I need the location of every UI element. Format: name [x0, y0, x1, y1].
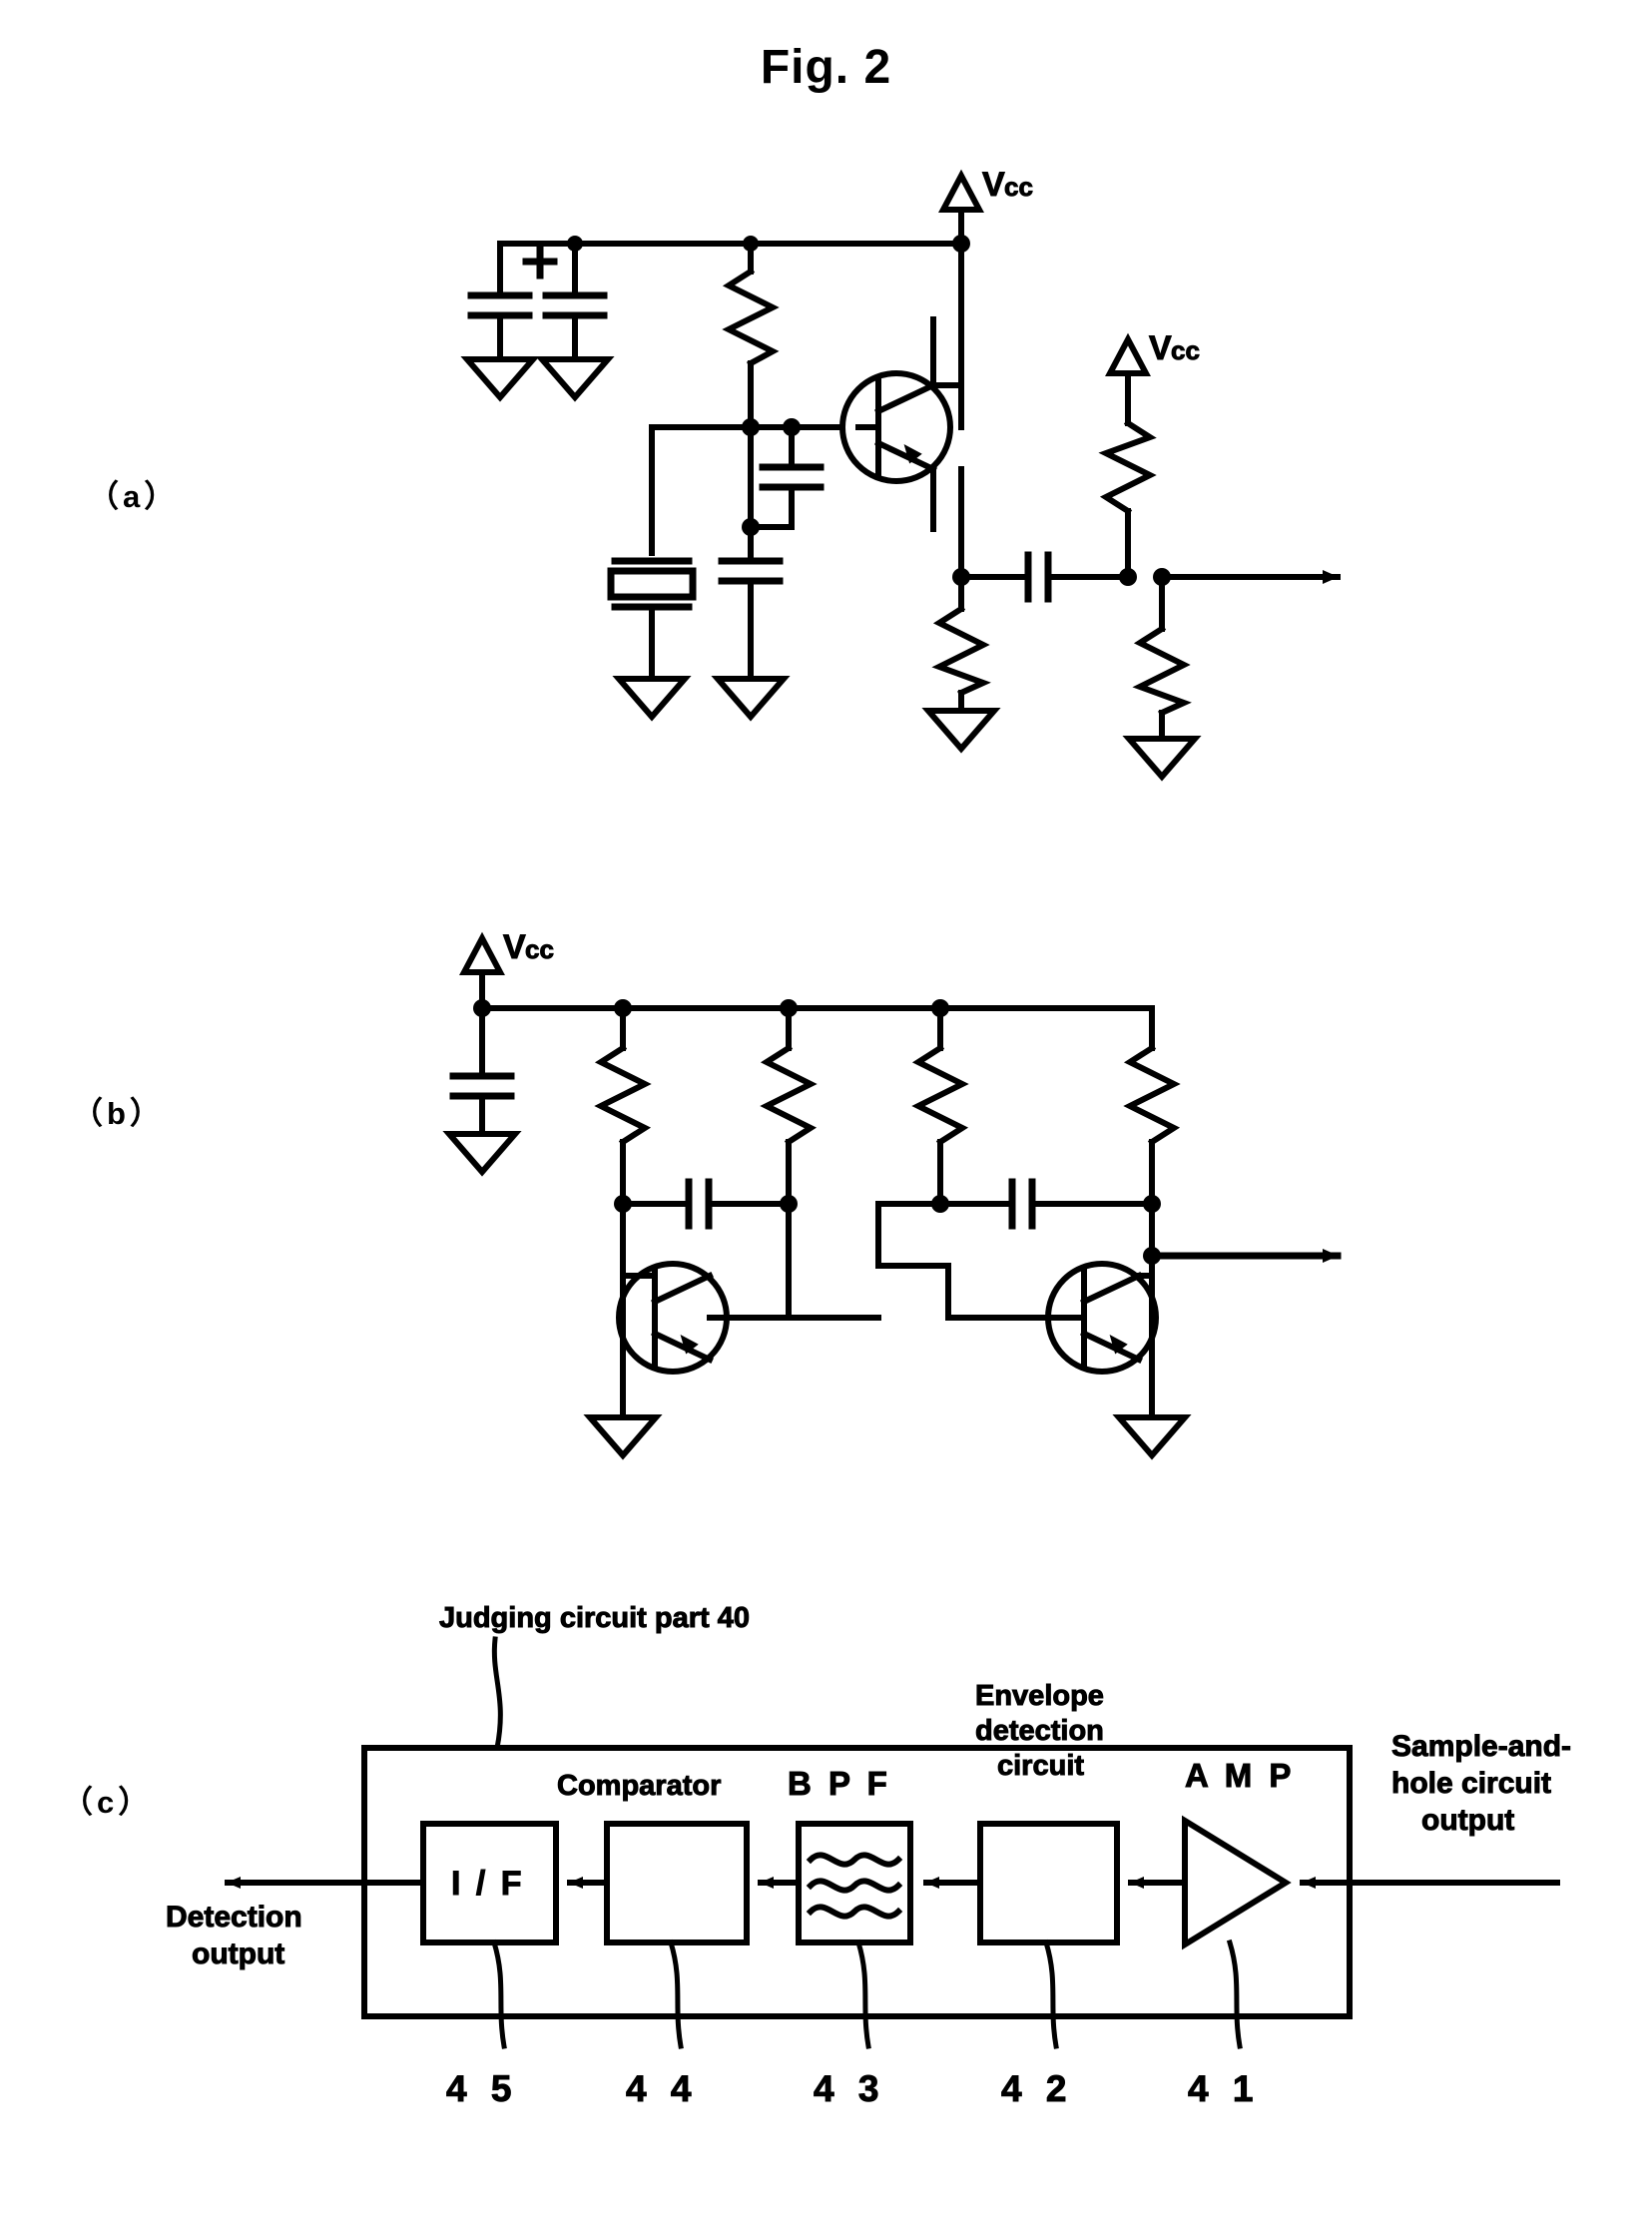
- resistor-a2: [921, 568, 1001, 754]
- ground-symbol: [921, 708, 1001, 754]
- block-envelope-caption-line3: circuit: [997, 1750, 1084, 1782]
- vcc-supply-symbol-b1: V cc: [459, 928, 554, 1011]
- block-comparator: [604, 1821, 750, 1945]
- output-label-line1: Detection: [166, 1901, 302, 1934]
- block-comparator-caption: Comparator: [557, 1770, 721, 1802]
- resistor-a1: [722, 241, 780, 430]
- capacitor-a5: [1024, 551, 1131, 603]
- panel-a-schematic: V cc V cc: [460, 166, 1341, 782]
- ground-symbol: [612, 676, 692, 722]
- block-envelope-detection: [977, 1821, 1120, 1945]
- vcc-label-b1-cc: cc: [525, 934, 554, 964]
- capacitor-b1: [442, 1005, 522, 1177]
- vcc-supply-symbol-a1: V cc: [938, 166, 1033, 247]
- judging-circuit-label: Judging circuit part 40: [439, 1602, 750, 1634]
- reference-number-42: 4 2: [1001, 2068, 1073, 2109]
- reference-leader-lines: [490, 1938, 1243, 2049]
- reference-number-43: 4 3: [814, 2068, 885, 2109]
- resistor-b3: [911, 1005, 969, 1207]
- capacitor-a3: [759, 424, 825, 530]
- reference-number-44: 4 4: [626, 2068, 698, 2109]
- figure-drawing: V cc V cc V cc Judging circuit part 40 I…: [166, 166, 1572, 2110]
- capacitor-polarized-a: [460, 241, 558, 402]
- ground-symbol: [442, 1131, 522, 1177]
- transistor-a1: [839, 316, 953, 532]
- block-envelope-caption-line2: detection: [975, 1715, 1104, 1747]
- vcc-label-a2-v: V: [1149, 329, 1172, 367]
- resistor-b1: [594, 1005, 652, 1207]
- ground-symbol: [583, 1414, 663, 1460]
- vcc-label-b1-v: V: [503, 928, 526, 966]
- resistor-b4: [1123, 1005, 1181, 1207]
- transistor-b2: [945, 1201, 1192, 1460]
- ground-symbol: [711, 676, 791, 722]
- resistor-b2: [760, 1005, 818, 1207]
- reference-number-41: 4 1: [1188, 2068, 1260, 2109]
- ground-symbol: [460, 356, 540, 402]
- capacitor-b3: [937, 1178, 1155, 1230]
- input-label-line1: Sample-and-: [1391, 1730, 1571, 1763]
- vcc-supply-symbol-a2: V cc: [1098, 329, 1200, 580]
- cross-coupling-wires-b: [786, 1201, 951, 1321]
- ground-symbol: [1112, 1414, 1192, 1460]
- block-envelope-caption-line1: Envelope: [975, 1680, 1104, 1712]
- ground-symbol: [1122, 736, 1202, 782]
- block-amp-caption: A M P: [1185, 1757, 1295, 1794]
- capacitor-b2: [620, 1178, 792, 1230]
- capacitor-a2: [535, 241, 615, 402]
- crystal-resonator-a: [607, 424, 697, 722]
- block-bpf-caption: B P F: [788, 1765, 891, 1802]
- input-label-line2: hole circuit: [1391, 1767, 1551, 1800]
- panel-b-schematic: V cc: [442, 928, 1342, 1460]
- resistor-a4: [1122, 574, 1202, 782]
- vcc-label-a1-cc: cc: [1004, 172, 1033, 202]
- output-label-line2: output: [192, 1938, 284, 1970]
- reference-number-45: 4 5: [446, 2068, 518, 2109]
- block-amp: [1182, 1815, 1292, 1950]
- enclosure-leader-line: [491, 1636, 503, 1751]
- vcc-label-a2-cc: cc: [1171, 335, 1200, 365]
- transistor-b1: [583, 1201, 881, 1460]
- vcc-label-a1-v: V: [982, 166, 1005, 204]
- input-label-line3: output: [1421, 1804, 1514, 1837]
- ground-symbol: [535, 356, 615, 402]
- panel-c-block-diagram: Judging circuit part 40 I / F Comparator…: [166, 1602, 1572, 2110]
- block-if-text: I / F: [451, 1865, 525, 1903]
